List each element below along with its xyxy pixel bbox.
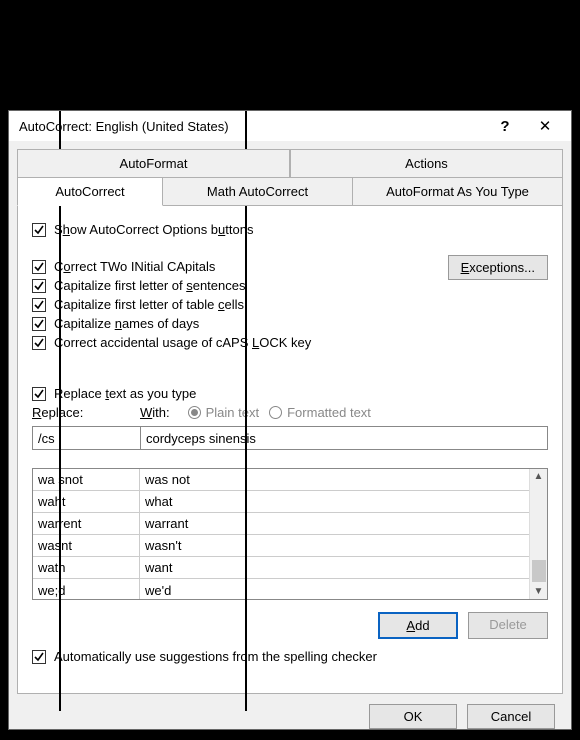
- cell-from: watn: [33, 557, 140, 578]
- checkbox-icon: [32, 223, 46, 237]
- list-row[interactable]: warrentwarrant: [33, 513, 529, 535]
- delete-button: Delete: [468, 612, 548, 639]
- cell-to: warrant: [140, 516, 529, 531]
- list-row[interactable]: wa snotwas not: [33, 469, 529, 491]
- check-label: Show AutoCorrect Options buttons: [54, 222, 253, 237]
- checkbox-icon: [32, 279, 46, 293]
- dialog-client: AutoFormat Actions AutoCorrect Math Auto…: [9, 141, 571, 729]
- dialog-buttons: OK Cancel: [17, 694, 563, 729]
- scroll-up-icon[interactable]: ▲: [534, 469, 544, 484]
- cell-to: we'd: [140, 583, 529, 598]
- titlebar: AutoCorrect: English (United States) ? ✕: [9, 111, 571, 141]
- with-label: With:: [140, 405, 170, 420]
- tab-autoformat[interactable]: AutoFormat: [17, 149, 290, 177]
- help-icon[interactable]: ?: [485, 118, 525, 135]
- cell-to: what: [140, 494, 529, 509]
- cell-to: was not: [140, 472, 529, 487]
- tab-actions[interactable]: Actions: [290, 149, 563, 177]
- ok-button[interactable]: OK: [369, 704, 457, 729]
- replacement-list[interactable]: wa snotwas not wahtwhat warrentwarrant w…: [32, 468, 548, 600]
- checkbox-icon: [32, 387, 46, 401]
- tab-autocorrect[interactable]: AutoCorrect: [17, 177, 163, 206]
- check-caps-lock[interactable]: Correct accidental usage of cAPS LOCK ke…: [32, 335, 448, 350]
- replace-with-labels: Replace: With: Plain text Formatted text: [32, 405, 548, 420]
- dialog-title: AutoCorrect: English (United States): [19, 119, 485, 134]
- tab-row-front: AutoCorrect Math AutoCorrect AutoFormat …: [17, 177, 563, 206]
- checkbox-icon: [32, 650, 46, 664]
- scroll-thumb[interactable]: [532, 560, 546, 582]
- cell-to: wasn't: [140, 538, 529, 553]
- cell-from: we;d: [33, 579, 140, 599]
- checkbox-icon: [32, 298, 46, 312]
- radio-plain-text: [188, 406, 201, 419]
- cell-to: want: [140, 560, 529, 575]
- check-label: Capitalize first letter of sentences: [54, 278, 245, 293]
- close-icon[interactable]: ✕: [525, 117, 565, 135]
- replace-with-inputs: [32, 426, 548, 450]
- cell-from: wa snot: [33, 469, 140, 490]
- list-body: wa snotwas not wahtwhat warrentwarrant w…: [33, 469, 529, 599]
- radio-formatted-text: [269, 406, 282, 419]
- list-row[interactable]: wasntwasn't: [33, 535, 529, 557]
- check-replace-as-you-type[interactable]: Replace text as you type: [32, 386, 548, 401]
- list-scrollbar[interactable]: ▲ ▼: [529, 469, 547, 599]
- check-show-options[interactable]: Show AutoCorrect Options buttons: [32, 222, 548, 237]
- list-row[interactable]: watnwant: [33, 557, 529, 579]
- radio-formatted-label: Formatted text: [287, 405, 371, 420]
- check-label: Automatically use suggestions from the s…: [54, 649, 377, 664]
- cancel-button[interactable]: Cancel: [467, 704, 555, 729]
- cell-from: warrent: [33, 513, 140, 534]
- scroll-down-icon[interactable]: ▼: [534, 584, 544, 599]
- tab-autoformat-as-you-type[interactable]: AutoFormat As You Type: [353, 177, 563, 206]
- check-two-initial-capitals[interactable]: Correct TWo INitial CApitals: [32, 259, 448, 274]
- check-names-of-days[interactable]: Capitalize names of days: [32, 316, 448, 331]
- replace-input[interactable]: [32, 426, 140, 450]
- check-first-letter-sentences[interactable]: Capitalize first letter of sentences: [32, 278, 448, 293]
- checkbox-icon: [32, 317, 46, 331]
- check-label: Replace text as you type: [54, 386, 196, 401]
- check-first-letter-table-cells[interactable]: Capitalize first letter of table cells: [32, 297, 448, 312]
- exceptions-button[interactable]: Exceptions...: [448, 255, 548, 280]
- tab-row-back: AutoFormat Actions: [17, 149, 563, 177]
- replace-label: Replace:: [32, 405, 140, 420]
- check-label: Capitalize first letter of table cells: [54, 297, 244, 312]
- tab-panel-autocorrect: Show AutoCorrect Options buttons Correct…: [17, 206, 563, 694]
- check-auto-suggestions[interactable]: Automatically use suggestions from the s…: [32, 649, 548, 664]
- autocorrect-dialog: AutoCorrect: English (United States) ? ✕…: [8, 110, 572, 730]
- list-row[interactable]: we;dwe'd: [33, 579, 529, 599]
- with-input[interactable]: [140, 426, 548, 450]
- add-button[interactable]: Add: [378, 612, 458, 639]
- list-row[interactable]: wahtwhat: [33, 491, 529, 513]
- checkbox-icon: [32, 260, 46, 274]
- checkbox-icon: [32, 336, 46, 350]
- cell-from: wasnt: [33, 535, 140, 556]
- check-label: Correct TWo INitial CApitals: [54, 259, 215, 274]
- check-label: Correct accidental usage of cAPS LOCK ke…: [54, 335, 311, 350]
- check-label: Capitalize names of days: [54, 316, 199, 331]
- cell-from: waht: [33, 491, 140, 512]
- list-buttons: Add Delete: [32, 612, 548, 639]
- radio-plain-label: Plain text: [206, 405, 259, 420]
- tab-math-autocorrect[interactable]: Math AutoCorrect: [163, 177, 353, 206]
